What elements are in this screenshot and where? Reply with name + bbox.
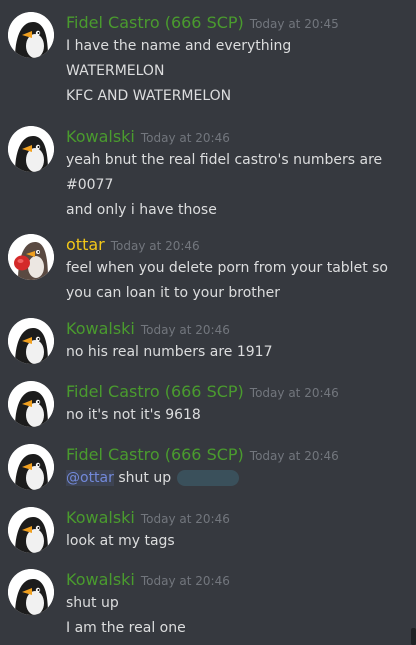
- timestamp: Today at 20:46: [140, 512, 230, 526]
- penguin-avatar[interactable]: [8, 444, 54, 490]
- message-line: #0077: [66, 177, 114, 193]
- penguin-avatar[interactable]: [8, 381, 54, 427]
- author-name[interactable]: Kowalski: [66, 127, 135, 146]
- message-line: and only i have those: [66, 202, 217, 218]
- penguin-avatar[interactable]: [8, 507, 54, 553]
- penguin-avatar[interactable]: [8, 569, 54, 615]
- timestamp: Today at 20:46: [140, 323, 230, 337]
- user-mention[interactable]: @ottar: [66, 470, 114, 486]
- message-line: no his real numbers are 1917: [66, 344, 273, 360]
- penguin-avatar[interactable]: [8, 126, 54, 172]
- author-name[interactable]: Fidel Castro (666 SCP): [66, 445, 244, 464]
- message-line: shut up: [66, 595, 119, 611]
- redacted-emoji: [177, 470, 240, 486]
- message-line: I am the real one: [66, 620, 186, 636]
- author-name[interactable]: Kowalski: [66, 508, 135, 527]
- author-name[interactable]: Kowalski: [66, 319, 135, 338]
- author-name[interactable]: ottar: [66, 235, 105, 254]
- timestamp: Today at 20:46: [249, 386, 339, 400]
- message-line: @ottar shut up: [66, 466, 408, 491]
- timestamp: Today at 20:46: [140, 131, 230, 145]
- timestamp: Today at 20:46: [140, 574, 230, 588]
- author-name[interactable]: Fidel Castro (666 SCP): [66, 13, 244, 32]
- scrollbar[interactable]: [411, 628, 416, 645]
- penguin-avatar[interactable]: [8, 318, 54, 364]
- chat-log: Fidel Castro (666 SCP) Today at 20:45 I h…: [0, 0, 416, 645]
- author-name[interactable]: Kowalski: [66, 570, 135, 589]
- message-line: look at my tags: [66, 533, 175, 549]
- message-line: yeah bnut the real fidel castro's number…: [66, 152, 383, 168]
- message-line: no it's not it's 9618: [66, 407, 201, 423]
- author-name[interactable]: Fidel Castro (666 SCP): [66, 382, 244, 401]
- timestamp: Today at 20:45: [249, 17, 339, 31]
- timestamp: Today at 20:46: [249, 449, 339, 463]
- message-text: shut up: [118, 470, 172, 486]
- message-line: KFC AND WATERMELON: [66, 88, 232, 104]
- message-line: feel when you delete porn from your tabl…: [66, 260, 388, 301]
- penguin-avatar[interactable]: [8, 12, 54, 58]
- timestamp: Today at 20:46: [110, 239, 200, 253]
- message-line: I have the name and everything: [66, 38, 292, 54]
- message-line: WATERMELON: [66, 63, 165, 79]
- boxing-penguin-avatar[interactable]: [8, 234, 54, 280]
